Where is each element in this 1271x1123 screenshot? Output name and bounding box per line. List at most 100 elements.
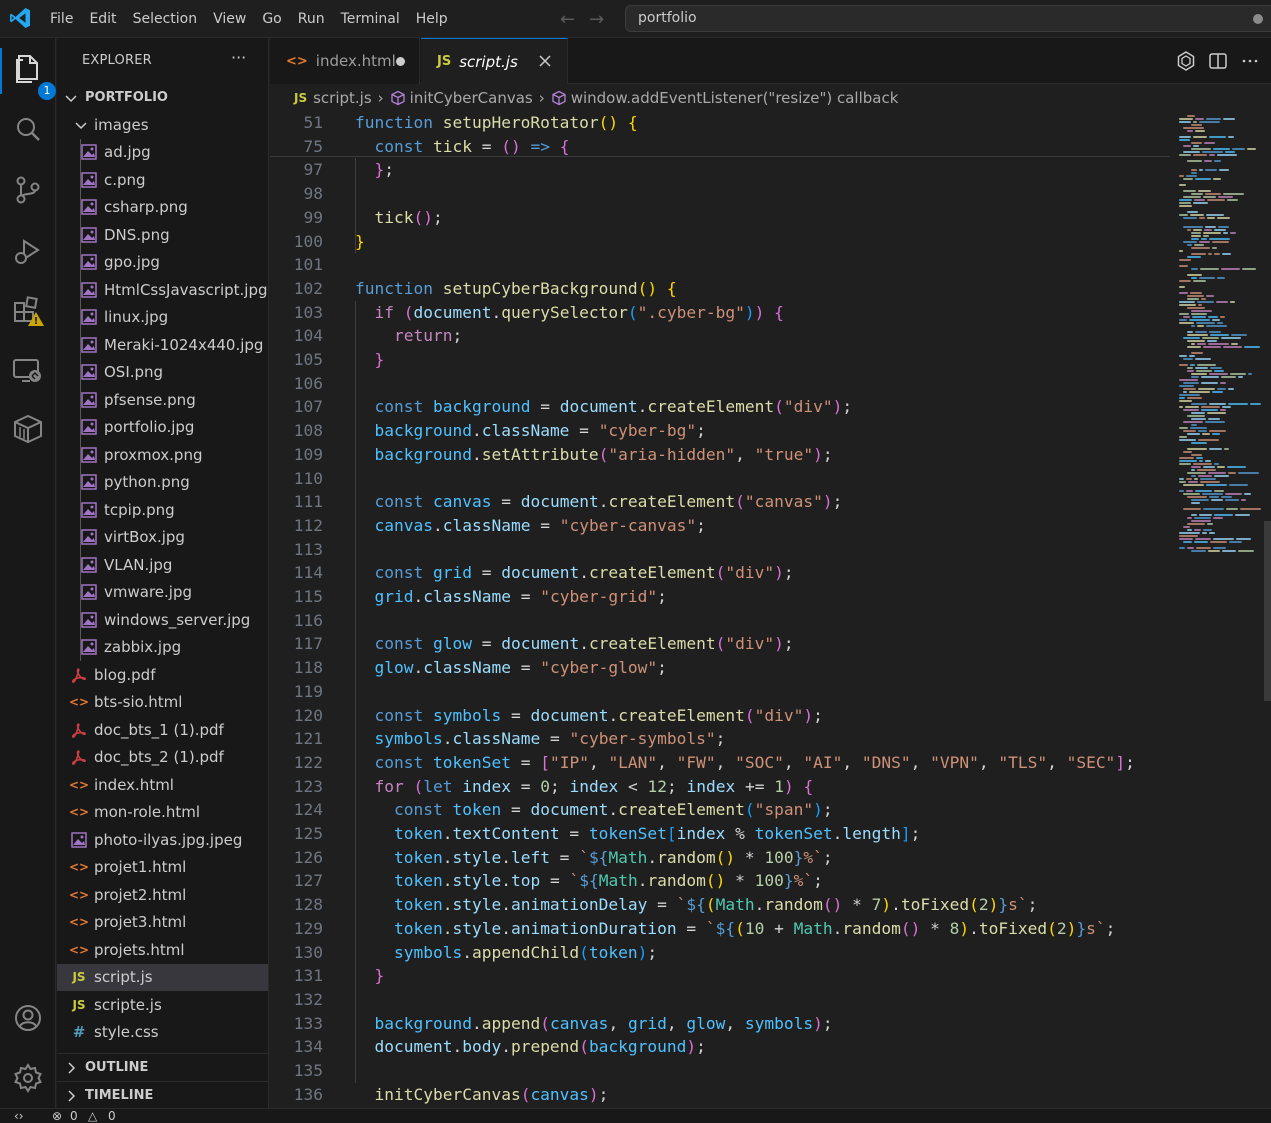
file-item[interactable]: OSI.png: [57, 358, 268, 386]
code-line[interactable]: 136 initCyberCanvas(canvas);: [270, 1083, 1170, 1107]
code-line[interactable]: 100}: [270, 230, 1170, 254]
code-line[interactable]: 133 background.append(canvas, grid, glow…: [270, 1012, 1170, 1036]
file-item[interactable]: zabbix.jpg: [57, 633, 268, 661]
code-line[interactable]: 127 token.style.top = `${Math.random() *…: [270, 869, 1170, 893]
code-line[interactable]: 103 if (document.querySelector(".cyber-b…: [270, 301, 1170, 325]
menu-view[interactable]: View: [205, 0, 254, 38]
settings-gear-icon[interactable]: [10, 1060, 46, 1096]
file-item[interactable]: doc_bts_1 (1).pdf: [57, 716, 268, 744]
tab-index-html[interactable]: <> index.html: [270, 38, 420, 84]
file-item[interactable]: VLAN.jpg: [57, 551, 268, 579]
code-line[interactable]: 125 token.textContent = tokenSet[index %…: [270, 822, 1170, 846]
copilot-chat-icon[interactable]: [1175, 50, 1197, 72]
vertical-scrollbar[interactable]: [1264, 111, 1271, 1108]
code-line[interactable]: 122 const tokenSet = ["IP", "LAN", "FW",…: [270, 751, 1170, 775]
file-item[interactable]: windows_server.jpg: [57, 606, 268, 634]
back-arrow-icon[interactable]: ←: [560, 9, 575, 30]
scrollbar-thumb[interactable]: [1264, 521, 1271, 701]
code-line[interactable]: 110: [270, 467, 1170, 491]
file-item[interactable]: JS script.js: [57, 963, 268, 991]
menu-edit[interactable]: Edit: [81, 0, 124, 38]
code-line[interactable]: 98: [270, 182, 1170, 206]
code-line[interactable]: 75 const tick = () => {: [270, 135, 1170, 159]
file-item[interactable]: <> index.html: [57, 771, 268, 799]
file-item[interactable]: proxmox.png: [57, 441, 268, 469]
code-line[interactable]: 121 symbols.className = "cyber-symbols";: [270, 727, 1170, 751]
split-editor-icon[interactable]: [1207, 50, 1229, 72]
menu-help[interactable]: Help: [408, 0, 456, 38]
close-icon[interactable]: [535, 51, 555, 71]
file-item[interactable]: tcpip.png: [57, 496, 268, 524]
accounts-icon[interactable]: [10, 1000, 46, 1036]
code-line[interactable]: 109 background.setAttribute("aria-hidden…: [270, 443, 1170, 467]
file-item[interactable]: doc_bts_2 (1).pdf: [57, 744, 268, 772]
code-line[interactable]: 130 symbols.appendChild(token);: [270, 941, 1170, 965]
workspace-root[interactable]: PORTFOLIO: [57, 84, 268, 111]
code-line[interactable]: 113: [270, 538, 1170, 562]
file-item[interactable]: <> projets.html: [57, 936, 268, 964]
code-line[interactable]: 97 };: [270, 158, 1170, 182]
code-line[interactable]: 124 const token = document.createElement…: [270, 798, 1170, 822]
menu-selection[interactable]: Selection: [125, 0, 206, 38]
more-actions-button[interactable]: ···: [231, 48, 246, 67]
code-line[interactable]: 128 token.style.animationDelay = `${(Mat…: [270, 893, 1170, 917]
code-line[interactable]: 135: [270, 1059, 1170, 1083]
file-item[interactable]: <> mon-role.html: [57, 799, 268, 827]
code-line[interactable]: 104 return;: [270, 324, 1170, 348]
explorer-icon[interactable]: 1: [10, 50, 56, 100]
breadcrumb-symbol-2[interactable]: window.addEventListener("resize") callba…: [571, 89, 899, 107]
file-item[interactable]: Meraki-1024x440.jpg: [57, 331, 268, 359]
file-item[interactable]: blog.pdf: [57, 661, 268, 689]
code-line[interactable]: 51 function setupHeroRotator() {: [270, 111, 1170, 135]
file-item[interactable]: pfsense.png: [57, 386, 268, 414]
code-line[interactable]: 102 function setupCyberBackground() {: [270, 277, 1170, 301]
file-item[interactable]: ad.jpg: [57, 138, 268, 166]
file-item[interactable]: portfolio.jpg: [57, 413, 268, 441]
file-item[interactable]: JS scripte.js: [57, 991, 268, 1019]
menu-run[interactable]: Run: [290, 0, 333, 38]
copilot-status-icon[interactable]: [1253, 14, 1263, 24]
file-item[interactable]: virtBox.jpg: [57, 523, 268, 551]
error-icon[interactable]: ⊗: [52, 1109, 62, 1123]
run-debug-icon[interactable]: [10, 233, 46, 269]
code-line[interactable]: 111 const canvas = document.createElemen…: [270, 490, 1170, 514]
menu-go[interactable]: Go: [254, 0, 289, 38]
code-line[interactable]: 99 tick();: [270, 206, 1170, 230]
code-line[interactable]: 119: [270, 680, 1170, 704]
file-item[interactable]: python.png: [57, 468, 268, 496]
code-line[interactable]: 129 token.style.animationDuration = `${(…: [270, 917, 1170, 941]
code-line[interactable]: 123 for (let index = 0; index < 12; inde…: [270, 775, 1170, 799]
extensions-warning-icon[interactable]: !: [10, 293, 46, 329]
minimap[interactable]: [1175, 111, 1263, 1108]
file-item[interactable]: photo-ilyas.jpg.jpeg: [57, 826, 268, 854]
forward-arrow-icon[interactable]: →: [589, 9, 604, 30]
unsaved-dot-icon[interactable]: [396, 57, 405, 66]
file-item[interactable]: vmware.jpg: [57, 578, 268, 606]
file-item[interactable]: <> projet2.html: [57, 881, 268, 909]
sticky-scroll[interactable]: 51 function setupHeroRotator() {75 const …: [270, 111, 1170, 157]
warning-count[interactable]: 0: [108, 1109, 116, 1123]
more-actions-icon[interactable]: [1239, 50, 1261, 72]
file-item[interactable]: <> projet1.html: [57, 854, 268, 882]
breadcrumb-file[interactable]: script.js: [313, 89, 372, 107]
code-line[interactable]: 126 token.style.left = `${Math.random() …: [270, 846, 1170, 870]
error-count[interactable]: 0: [70, 1109, 78, 1123]
source-control-icon[interactable]: [10, 172, 46, 208]
code-line[interactable]: 116: [270, 609, 1170, 633]
code-line[interactable]: 117 const glow = document.createElement(…: [270, 632, 1170, 656]
file-item[interactable]: DNS.png: [57, 221, 268, 249]
file-item[interactable]: <> bts-sio.html: [57, 689, 268, 717]
code-line[interactable]: 131 }: [270, 964, 1170, 988]
containers-icon[interactable]: [10, 410, 46, 446]
file-item[interactable]: gpo.jpg: [57, 248, 268, 276]
command-center[interactable]: portfolio: [625, 5, 1271, 32]
file-item[interactable]: # style.css: [57, 1019, 268, 1047]
file-item[interactable]: HtmlCssJavascript.jpg: [57, 276, 268, 304]
remote-explorer-icon[interactable]: [10, 352, 46, 388]
menu-terminal[interactable]: Terminal: [333, 0, 408, 38]
code-line[interactable]: 132: [270, 988, 1170, 1012]
code-line[interactable]: 106: [270, 372, 1170, 396]
search-icon[interactable]: [10, 112, 46, 148]
code-line[interactable]: 107 const background = document.createEl…: [270, 395, 1170, 419]
code-line[interactable]: 115 grid.className = "cyber-grid";: [270, 585, 1170, 609]
